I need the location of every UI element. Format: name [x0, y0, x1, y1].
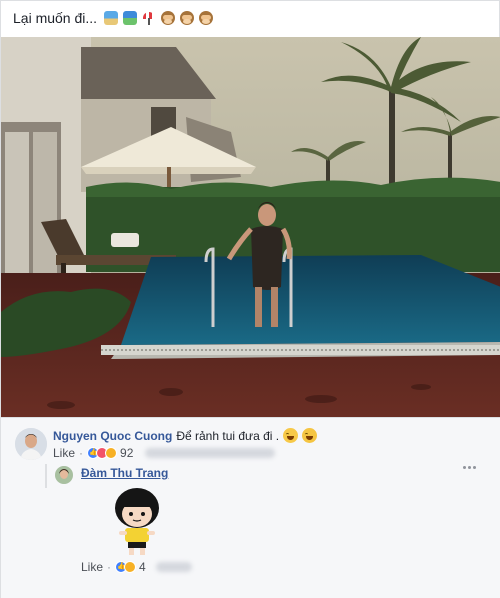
more-options-icon[interactable] — [463, 466, 479, 474]
comment-1: Nguyen Quoc Cuong Để rảnh tui đưa đi . — [53, 428, 318, 443]
post-caption: Lại muốn đi... — [13, 7, 215, 29]
caption-text: Lại muốn đi... — [13, 10, 98, 26]
umbrella-icon — [142, 11, 157, 25]
comment-section: Nguyen Quoc Cuong Để rảnh tui đưa đi . L… — [1, 417, 500, 598]
like-button[interactable]: Like — [81, 560, 103, 574]
smile-icon — [302, 428, 318, 443]
grin-icon — [283, 428, 299, 443]
haha-reaction-icon — [124, 561, 137, 573]
comment-2-actions: Like · 4 — [81, 560, 192, 574]
comment-author[interactable]: Nguyen Quoc Cuong — [53, 429, 172, 443]
blurred-text — [145, 448, 276, 458]
comment-text: Để rảnh tui đưa đi . — [176, 428, 280, 443]
see-no-evil-monkey-icon — [161, 11, 176, 25]
see-no-evil-monkey-icon — [199, 11, 214, 25]
reply-thread-line — [45, 464, 47, 488]
reaction-count: 92 — [120, 446, 134, 460]
pool-scene-image — [1, 37, 500, 417]
haha-reaction-icon — [105, 447, 118, 459]
replier-avatar-icon — [55, 466, 73, 484]
post-card: Lại muốn đi... Nguyen Quoc Cuong Để rảnh… — [0, 0, 500, 598]
island-icon — [123, 11, 138, 25]
comment-1-actions: Like · 92 — [53, 446, 276, 460]
blurred-text — [155, 562, 192, 572]
commenter-avatar-icon — [15, 428, 47, 460]
avatar[interactable] — [15, 428, 47, 460]
separator-dot: · — [107, 560, 112, 574]
reaction-count: 4 — [139, 560, 146, 574]
reply-author[interactable]: Đàm Thu Trang — [81, 466, 168, 480]
avatar[interactable] — [55, 466, 73, 484]
see-no-evil-monkey-icon — [180, 11, 195, 25]
beach-icon — [104, 11, 119, 25]
reaction-summary[interactable]: 92 — [87, 446, 133, 460]
cartoon-girl-sticker — [111, 484, 163, 558]
like-button[interactable]: Like — [53, 446, 75, 460]
reaction-summary[interactable]: 4 — [115, 560, 146, 574]
post-photo[interactable] — [1, 37, 500, 417]
separator-dot: · — [79, 446, 84, 460]
